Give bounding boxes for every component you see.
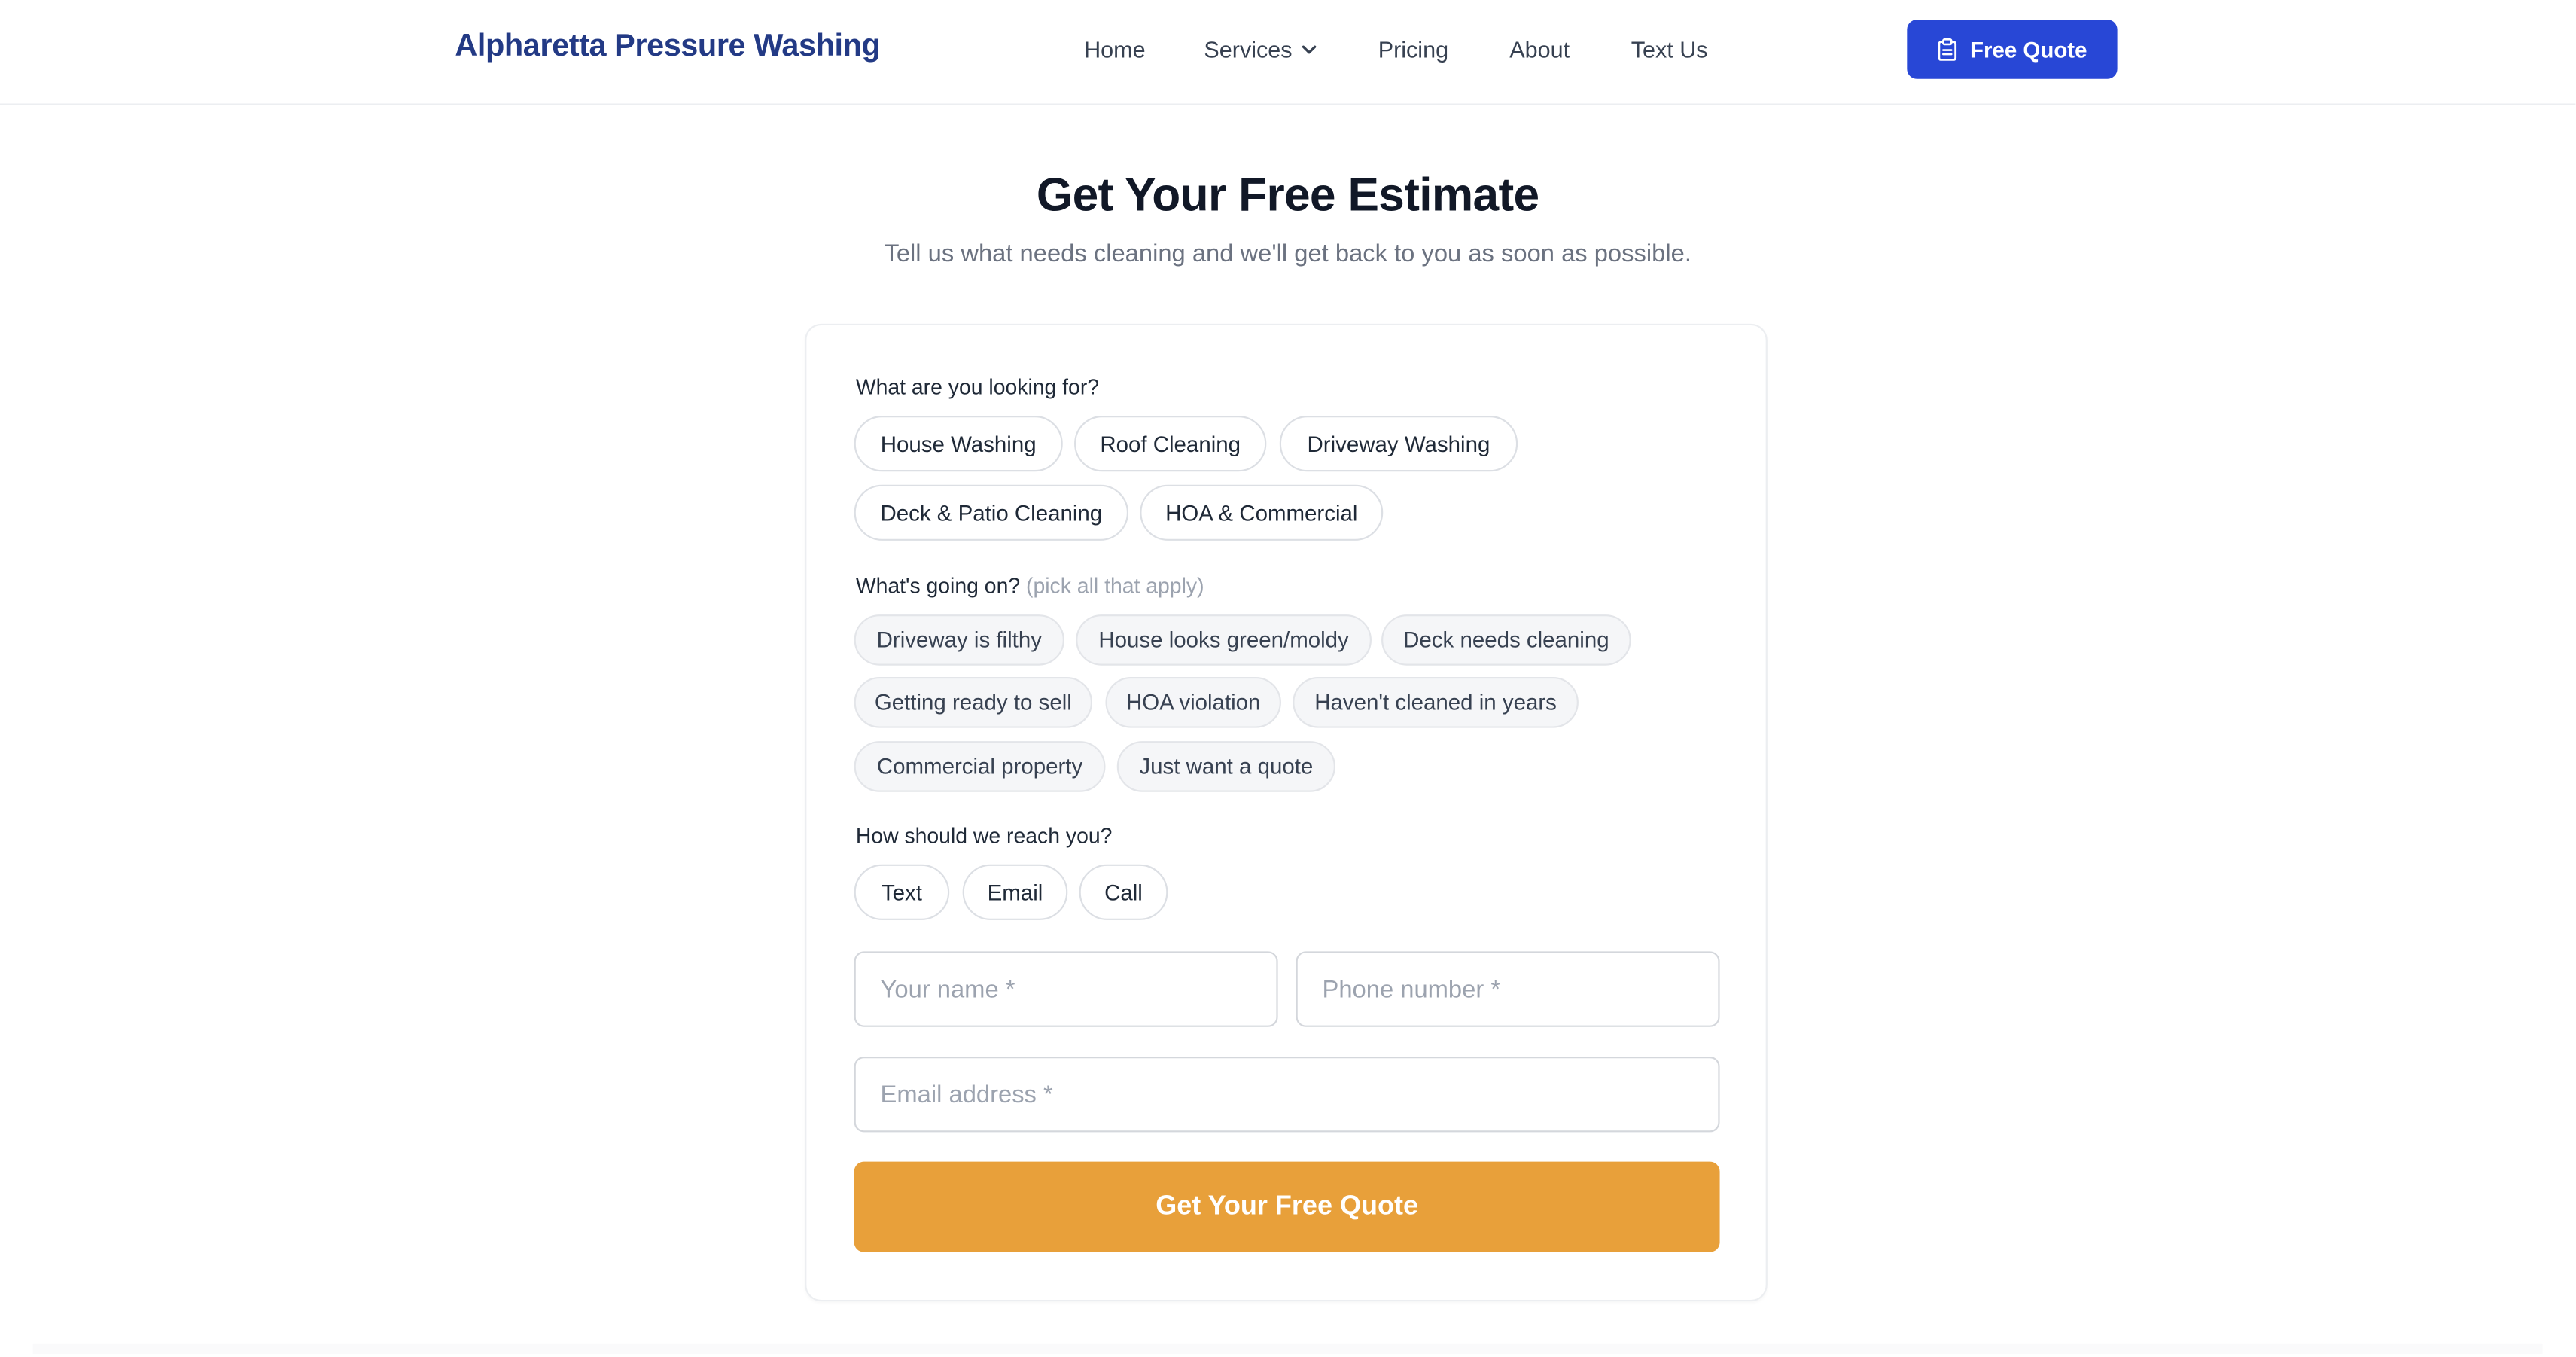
name-input[interactable] <box>854 951 1278 1027</box>
email-input[interactable] <box>854 1057 1720 1133</box>
situation-option-just-quote[interactable]: Just want a quote <box>1116 741 1335 792</box>
situation-hint: (pick all that apply) <box>1026 573 1204 599</box>
situation-option-house-green-moldy[interactable]: House looks green/moldy <box>1076 614 1372 666</box>
free-quote-label: Free Quote <box>1970 37 2087 62</box>
service-question-label: What are you looking for? <box>855 374 1100 400</box>
site-header: Alpharetta Pressure Washing Home Service… <box>0 0 2576 105</box>
chevron-down-icon <box>1302 45 1316 54</box>
situation-option-commercial-property[interactable]: Commercial property <box>854 741 1106 792</box>
situation-option-hoa-violation[interactable]: HOA violation <box>1105 676 1281 728</box>
nav-home[interactable]: Home <box>1084 36 1146 63</box>
nav-text-us[interactable]: Text Us <box>1631 36 1708 63</box>
page: Alpharetta Pressure Washing Home Service… <box>0 0 2576 1354</box>
clipboard-icon <box>1938 38 1957 61</box>
situation-option-not-cleaned-years[interactable]: Haven't cleaned in years <box>1293 676 1579 728</box>
service-option-deck-patio-cleaning[interactable]: Deck & Patio Cleaning <box>854 484 1129 541</box>
nav-services[interactable]: Services <box>1204 36 1318 63</box>
contact-option-text[interactable]: Text <box>854 864 950 920</box>
nav-about[interactable]: About <box>1509 36 1570 63</box>
brand-logo-text[interactable]: Alpharetta Pressure Washing <box>455 29 880 66</box>
estimate-form-card: What are you looking for? House Washing … <box>805 323 1768 1302</box>
contact-option-call[interactable]: Call <box>1079 864 1168 920</box>
situation-option-ready-to-sell[interactable]: Getting ready to sell <box>854 676 1093 728</box>
service-option-hoa-commercial[interactable]: HOA & Commercial <box>1140 484 1384 541</box>
situation-question-text: What's going on? <box>855 573 1021 599</box>
nav-pricing[interactable]: Pricing <box>1378 36 1448 63</box>
free-quote-button[interactable]: Free Quote <box>1907 20 2118 79</box>
page-title: Get Your Free Estimate <box>1036 169 1539 222</box>
submit-quote-button[interactable]: Get Your Free Quote <box>854 1161 1720 1252</box>
nav-services-label: Services <box>1204 36 1293 63</box>
situation-option-deck-needs-cleaning[interactable]: Deck needs cleaning <box>1381 614 1631 666</box>
page-subtitle: Tell us what needs cleaning and we'll ge… <box>884 239 1691 268</box>
service-option-house-washing[interactable]: House Washing <box>854 416 1063 472</box>
phone-input[interactable] <box>1296 951 1720 1027</box>
contact-question-label: How should we reach you? <box>855 823 1113 848</box>
situation-option-driveway-filthy[interactable]: Driveway is filthy <box>854 614 1064 666</box>
situation-question-label: What's going on? (pick all that apply) <box>856 574 1204 599</box>
footer-edge <box>32 1343 2543 1354</box>
service-option-driveway-washing[interactable]: Driveway Washing <box>1279 416 1518 472</box>
contact-option-email[interactable]: Email <box>962 864 1068 920</box>
service-option-roof-cleaning[interactable]: Roof Cleaning <box>1074 416 1267 472</box>
